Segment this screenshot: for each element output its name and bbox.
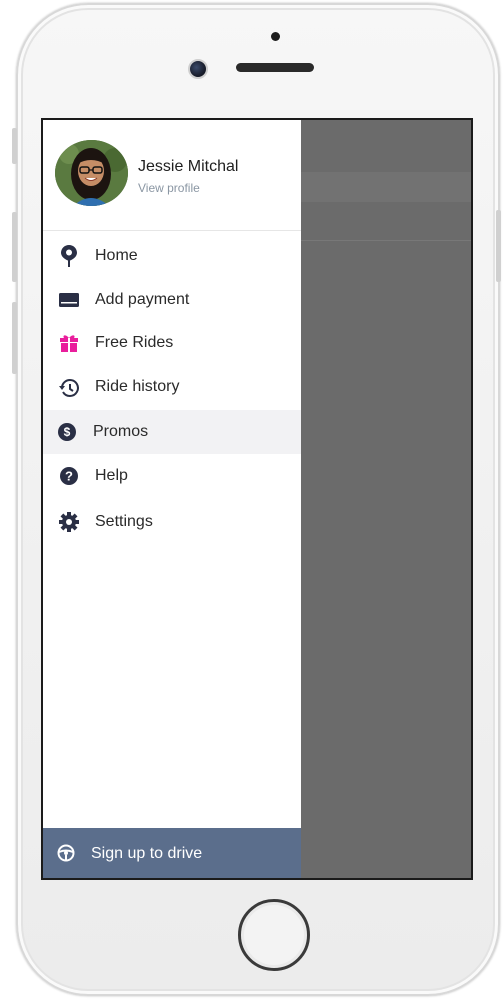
help-icon: ? [59,466,79,486]
svg-text:$: $ [64,425,71,439]
menu-label-promos: Promos [93,423,149,440]
menu-label-add-payment: Add payment [95,291,190,308]
scrim-dimmed-toolbar[interactable] [301,172,471,202]
earpiece-speaker [236,63,314,72]
menu-item-free-rides[interactable]: Free Rides [43,322,301,366]
proximity-sensor [271,32,280,41]
menu-item-ride-history[interactable]: Ride history [43,366,301,410]
menu-item-promos[interactable]: $ Promos [43,410,301,454]
profile-header[interactable]: Jessie Mitchal View profile [43,120,301,231]
menu-item-help[interactable]: ? Help [43,454,301,498]
menu-item-home[interactable]: Home [43,234,301,278]
view-profile-link[interactable]: View profile [138,181,200,195]
dollar-icon: $ [57,422,77,442]
menu-label-settings: Settings [95,513,153,530]
volume-down-button [12,302,17,374]
menu-item-add-payment[interactable]: Add payment [43,278,301,322]
sign-up-to-drive-button[interactable]: Sign up to drive [43,828,301,878]
menu-label-free-rides: Free Rides [95,334,174,351]
menu-item-settings[interactable]: Settings [43,498,301,542]
gift-icon [59,333,79,353]
screen: Jessie Mitchal View profile Home Add pay… [41,118,473,880]
gear-icon [59,512,79,532]
menu-label-help: Help [95,467,128,484]
map-pin-icon [59,245,79,267]
credit-card-icon [59,290,79,310]
avatar[interactable] [55,140,128,206]
power-button [496,210,501,282]
user-name: Jessie Mitchal [138,158,239,175]
stage: Jessie Mitchal View profile Home Add pay… [0,0,503,999]
navigation-drawer: Jessie Mitchal View profile Home Add pay… [43,120,301,878]
history-icon [59,378,79,398]
scrim-divider [301,240,471,241]
svg-text:?: ? [65,469,73,484]
steering-wheel-icon [57,844,75,862]
menu-label-ride-history: Ride history [95,378,180,395]
home-button[interactable] [238,899,310,971]
mute-switch [12,128,17,164]
sign-up-to-drive-label: Sign up to drive [91,845,203,862]
front-camera [188,59,208,79]
volume-up-button [12,212,17,282]
menu-label-home: Home [95,247,138,264]
